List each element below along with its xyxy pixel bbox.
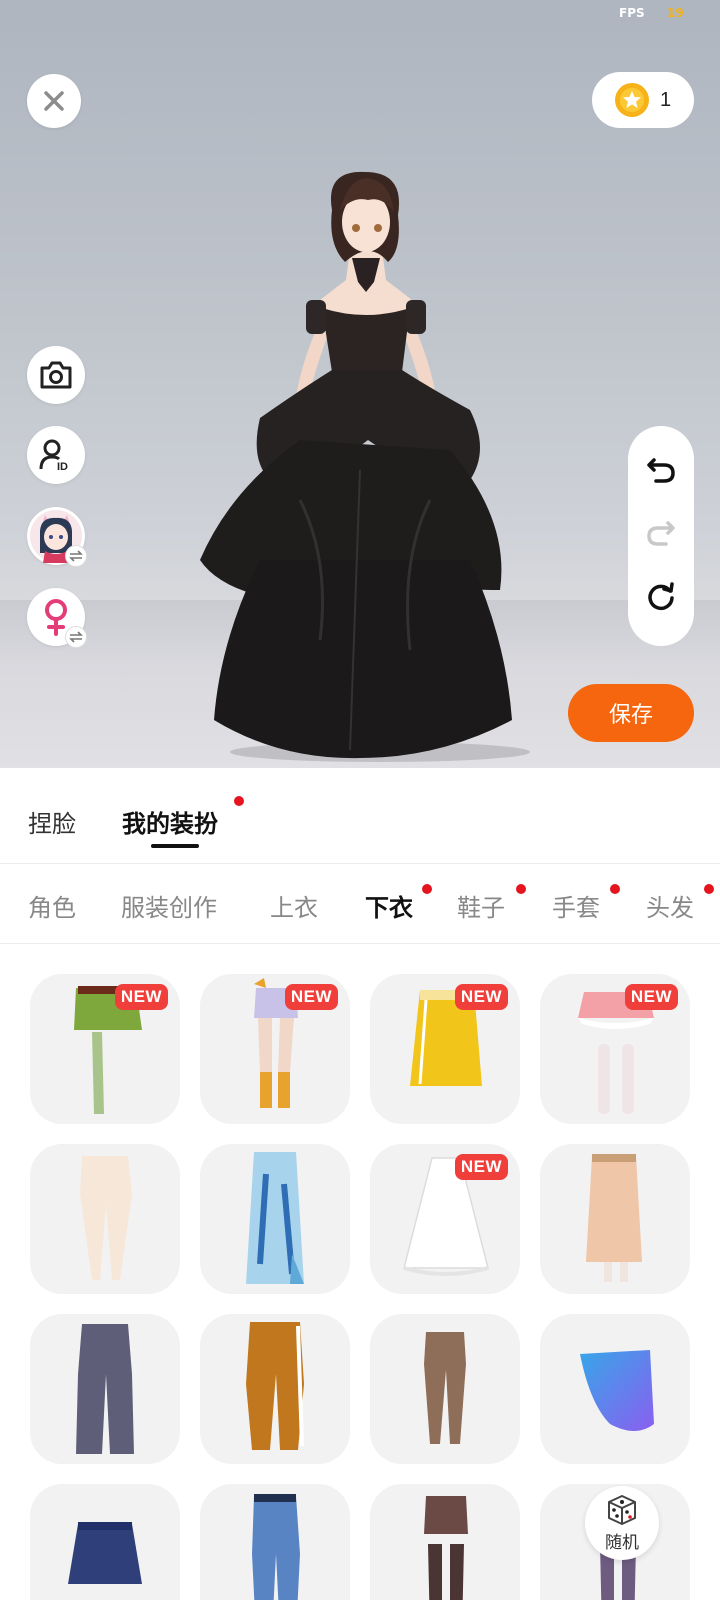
active-tab-indicator xyxy=(151,844,199,848)
item-tile[interactable] xyxy=(370,1314,520,1464)
item-tile[interactable] xyxy=(30,1484,180,1600)
cream-tights-icon xyxy=(80,1156,132,1280)
camera-icon xyxy=(40,361,72,389)
new-badge: NEW xyxy=(454,984,508,1010)
item-tile[interactable]: NEW xyxy=(540,974,690,1124)
redo-button[interactable] xyxy=(646,519,676,551)
tab-character[interactable]: 角色 xyxy=(28,888,76,923)
new-badge: NEW xyxy=(114,984,168,1010)
brown-shorts-stockings-icon xyxy=(424,1496,468,1600)
item-tile[interactable] xyxy=(200,1484,350,1600)
undo-button[interactable] xyxy=(646,456,676,488)
grey-flared-jeans-icon xyxy=(76,1324,134,1454)
fps-value: 19 xyxy=(667,6,684,20)
tab-tops[interactable]: 上衣 xyxy=(270,888,318,923)
navy-pleated-skirt-icon xyxy=(68,1522,142,1584)
fps-label: FPS xyxy=(619,6,645,20)
close-icon xyxy=(44,91,64,111)
tab-face-edit[interactable]: 捏脸 xyxy=(28,804,76,839)
reset-button[interactable] xyxy=(646,582,676,616)
coin-count: 1 xyxy=(660,88,672,111)
user-id-icon: ID xyxy=(39,439,68,472)
new-badge: NEW xyxy=(624,984,678,1010)
save-button[interactable]: 保存 xyxy=(568,684,694,742)
blue-printed-skirt-icon xyxy=(246,1152,304,1284)
wardrobe-panel: 捏脸 我的装扮 角色 服装创作 上衣 下衣 鞋子 手套 头发 NEW NEW N… xyxy=(0,768,720,1600)
blue-sarong-icon xyxy=(580,1350,654,1431)
history-controls xyxy=(628,426,694,646)
coin-icon xyxy=(615,83,649,117)
tab-outfit-creation[interactable]: 服装创作 xyxy=(121,888,217,923)
swap-icon xyxy=(65,626,87,648)
notification-dot xyxy=(422,884,432,894)
tab-shoes[interactable]: 鞋子 xyxy=(457,888,505,923)
item-tile[interactable] xyxy=(200,1144,350,1294)
item-tile[interactable]: NEW xyxy=(200,974,350,1124)
item-tile[interactable] xyxy=(370,1484,520,1600)
item-tile[interactable] xyxy=(200,1314,350,1464)
category-tab-bar[interactable]: 角色 服装创作 上衣 下衣 鞋子 手套 头发 xyxy=(0,864,720,944)
new-badge: NEW xyxy=(454,1154,508,1180)
profile-id-button[interactable]: ID xyxy=(27,426,85,484)
redo-icon xyxy=(647,521,675,546)
character-preview[interactable]: FPS 19 1 ID 保存 xyxy=(0,0,720,768)
close-button[interactable] xyxy=(27,74,81,128)
tab-my-outfit[interactable]: 我的装扮 xyxy=(122,804,218,839)
item-tile[interactable]: NEW xyxy=(370,1144,520,1294)
item-tile[interactable]: NEW xyxy=(370,974,520,1124)
camera-button[interactable] xyxy=(27,346,85,404)
random-label: 随机 xyxy=(605,1532,639,1553)
tab-gloves[interactable]: 手套 xyxy=(552,888,600,923)
notification-dot xyxy=(704,884,714,894)
item-tile[interactable]: NEW xyxy=(30,974,180,1124)
brown-leggings-icon xyxy=(424,1332,466,1444)
svg-text:ID: ID xyxy=(57,461,68,472)
coin-balance[interactable]: 1 xyxy=(592,72,694,128)
blue-jeans-icon xyxy=(252,1494,300,1600)
new-badge: NEW xyxy=(284,984,338,1010)
main-tab-bar: 捏脸 我的装扮 xyxy=(0,768,720,864)
avatar-switch-button[interactable] xyxy=(27,507,87,567)
undo-icon xyxy=(647,457,675,483)
swap-icon xyxy=(65,545,87,567)
tab-hair[interactable]: 头发 xyxy=(646,888,694,923)
gender-switch-button[interactable] xyxy=(27,588,87,648)
item-tile[interactable] xyxy=(540,1144,690,1294)
beige-long-skirt-icon xyxy=(586,1154,642,1282)
tab-bottoms[interactable]: 下衣 xyxy=(365,888,413,923)
item-tile[interactable] xyxy=(30,1314,180,1464)
notification-dot xyxy=(234,796,244,806)
notification-dot xyxy=(610,884,620,894)
notification-dot xyxy=(516,884,526,894)
refresh-icon xyxy=(648,582,674,611)
random-outfit-button[interactable]: 随机 xyxy=(585,1486,659,1560)
item-tile[interactable] xyxy=(30,1144,180,1294)
dice-icon xyxy=(608,1494,636,1525)
item-tile[interactable] xyxy=(540,1314,690,1464)
orange-track-pants-icon xyxy=(246,1322,304,1450)
